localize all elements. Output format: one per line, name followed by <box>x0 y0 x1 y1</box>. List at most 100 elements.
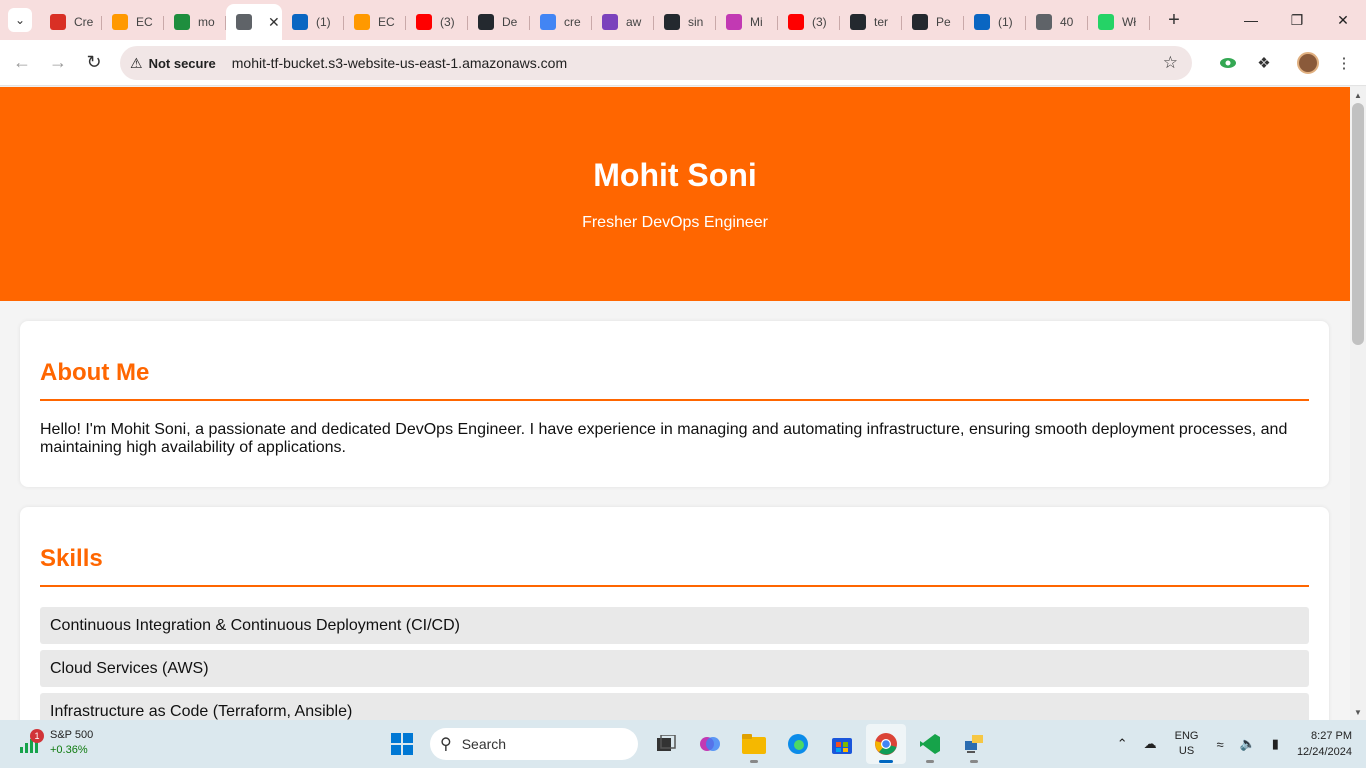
tab[interactable]: EC <box>102 6 164 38</box>
extensions-button[interactable]: ❖ <box>1246 45 1282 81</box>
aws-ec2-icon <box>112 14 128 30</box>
forward-button[interactable]: → <box>40 45 76 81</box>
extension-eye-button[interactable] <box>1210 45 1246 81</box>
tab[interactable]: ter <box>840 6 902 38</box>
clock-date: 12/24/2024 <box>1296 746 1352 758</box>
tab[interactable]: Pe <box>902 6 964 38</box>
page-subtitle: Fresher DevOps Engineer <box>582 214 768 231</box>
tab[interactable]: (1) <box>964 6 1026 38</box>
search-icon: ⚲ <box>440 736 452 753</box>
tab[interactable]: EC <box>344 6 406 38</box>
about-heading: About Me <box>40 359 1309 401</box>
tab-label: cre <box>564 15 581 29</box>
close-tab-icon[interactable]: ✕ <box>268 14 280 31</box>
close-window-button[interactable]: ✕ <box>1320 0 1366 40</box>
taskbar-search[interactable]: ⚲ Search <box>430 728 638 760</box>
tab-label: EC <box>136 15 153 29</box>
vscode-icon <box>920 734 940 754</box>
restore-button[interactable]: ❐ <box>1274 0 1320 40</box>
scroll-thumb[interactable] <box>1352 103 1364 345</box>
tab[interactable]: De <box>468 6 530 38</box>
bookmark-star-icon[interactable]: ☆ <box>1163 53 1178 73</box>
volume-icon[interactable]: 🔈 <box>1240 736 1256 752</box>
scroll-up-icon[interactable]: ▲ <box>1350 87 1366 103</box>
tab[interactable]: Mi <box>716 6 778 38</box>
copilot-app[interactable] <box>690 724 730 764</box>
globe-icon <box>1036 14 1052 30</box>
tab-label: ter <box>874 15 889 29</box>
profile-button[interactable] <box>1290 45 1326 81</box>
avatar <box>1297 52 1319 74</box>
copilot-icon <box>726 14 742 30</box>
tab[interactable]: Wł <box>1088 6 1150 38</box>
language-indicator[interactable]: ENG US <box>1175 729 1199 759</box>
address-bar[interactable]: ⚠ Not secure mohit-tf-bucket.s3-website-… <box>120 46 1192 80</box>
github-icon <box>912 14 928 30</box>
minimize-button[interactable]: — <box>1228 0 1274 40</box>
warning-icon: ⚠ <box>130 54 143 71</box>
store-app[interactable] <box>822 724 862 764</box>
linkedin-icon <box>974 14 990 30</box>
skill-item: Infrastructure as Code (Terraform, Ansib… <box>40 693 1309 720</box>
menu-button[interactable]: ⋮ <box>1326 45 1362 81</box>
battery-icon[interactable]: ▮ <box>1272 736 1279 752</box>
taskbar-apps: ⚲ Search <box>380 724 996 764</box>
network-computer-icon <box>965 735 983 753</box>
edge-app[interactable] <box>778 724 818 764</box>
url-text[interactable]: mohit-tf-bucket.s3-website-us-east-1.ama… <box>232 55 567 71</box>
cloud-icon[interactable]: ☁ <box>1144 736 1157 752</box>
chevron-up-icon[interactable]: ⌃ <box>1117 736 1128 752</box>
about-text: Hello! I'm Mohit Soni, a passionate and … <box>40 421 1288 456</box>
new-tab-button[interactable]: + <box>1160 6 1188 34</box>
vscode-app[interactable] <box>910 724 950 764</box>
skills-heading: Skills <box>40 545 1309 587</box>
page-scrollbar[interactable]: ▲ ▼ <box>1350 87 1366 720</box>
stocks-widget[interactable]: 1 S&P 500 +0.36% <box>18 728 93 758</box>
tab[interactable]: mo <box>164 6 226 38</box>
start-button[interactable] <box>382 724 422 764</box>
wifi-icon[interactable]: ≈ <box>1216 737 1223 752</box>
tab[interactable]: (3) <box>406 6 468 38</box>
clock[interactable]: 8:27 PM 12/24/2024 <box>1297 728 1352 760</box>
extensions-area: ❖ ⋮ <box>1210 40 1366 86</box>
back-button[interactable]: ← <box>4 45 40 81</box>
github-icon <box>478 14 494 30</box>
tab-label: EC <box>378 15 395 29</box>
clock-time: 8:27 PM <box>1311 730 1352 742</box>
chrome-app[interactable] <box>866 724 906 764</box>
tab-label: Wł <box>1122 15 1136 29</box>
tab[interactable]: Cre <box>40 6 102 38</box>
file-explorer-app[interactable] <box>734 724 774 764</box>
browser-toolbar: ← → ↻ ⚠ Not secure mohit-tf-bucket.s3-we… <box>0 40 1366 86</box>
tab-label: sin <box>688 15 704 29</box>
stocks-text: S&P 500 +0.36% <box>50 728 93 758</box>
tab[interactable]: cre <box>530 6 592 38</box>
google-icon <box>540 14 556 30</box>
tab-search-button[interactable]: ⌄ <box>8 8 32 32</box>
tab[interactable]: aw <box>592 6 654 38</box>
reload-button[interactable]: ↻ <box>76 45 112 81</box>
task-view-button[interactable] <box>646 724 686 764</box>
remote-desktop-app[interactable] <box>954 724 994 764</box>
stocks-chart-icon: 1 <box>18 729 44 755</box>
tab[interactable]: (3) <box>778 6 840 38</box>
tab[interactable]: (1) <box>282 6 344 38</box>
store-icon <box>832 738 852 754</box>
tab[interactable]: 40 <box>1026 6 1088 38</box>
tab-label: Pe <box>936 15 951 29</box>
security-chip[interactable]: ⚠ Not secure <box>130 55 226 72</box>
copilot-icon <box>700 737 720 751</box>
stocks-change: +0.36% <box>50 744 88 756</box>
tab[interactable]: sin <box>654 6 716 38</box>
about-section: About Me Hello! I'm Mohit Soni, a passio… <box>20 321 1329 487</box>
tab[interactable]: ✕ <box>226 4 282 40</box>
mail-icon <box>50 14 66 30</box>
folder-icon <box>742 734 766 754</box>
scroll-down-icon[interactable]: ▼ <box>1350 704 1366 720</box>
security-label: Not secure <box>148 55 216 71</box>
tab-label: (3) <box>440 15 455 29</box>
task-view-icon <box>657 735 676 751</box>
minimize-icon: — <box>1244 12 1258 28</box>
terraform-icon <box>602 14 618 30</box>
lang-line2: US <box>1178 745 1195 757</box>
